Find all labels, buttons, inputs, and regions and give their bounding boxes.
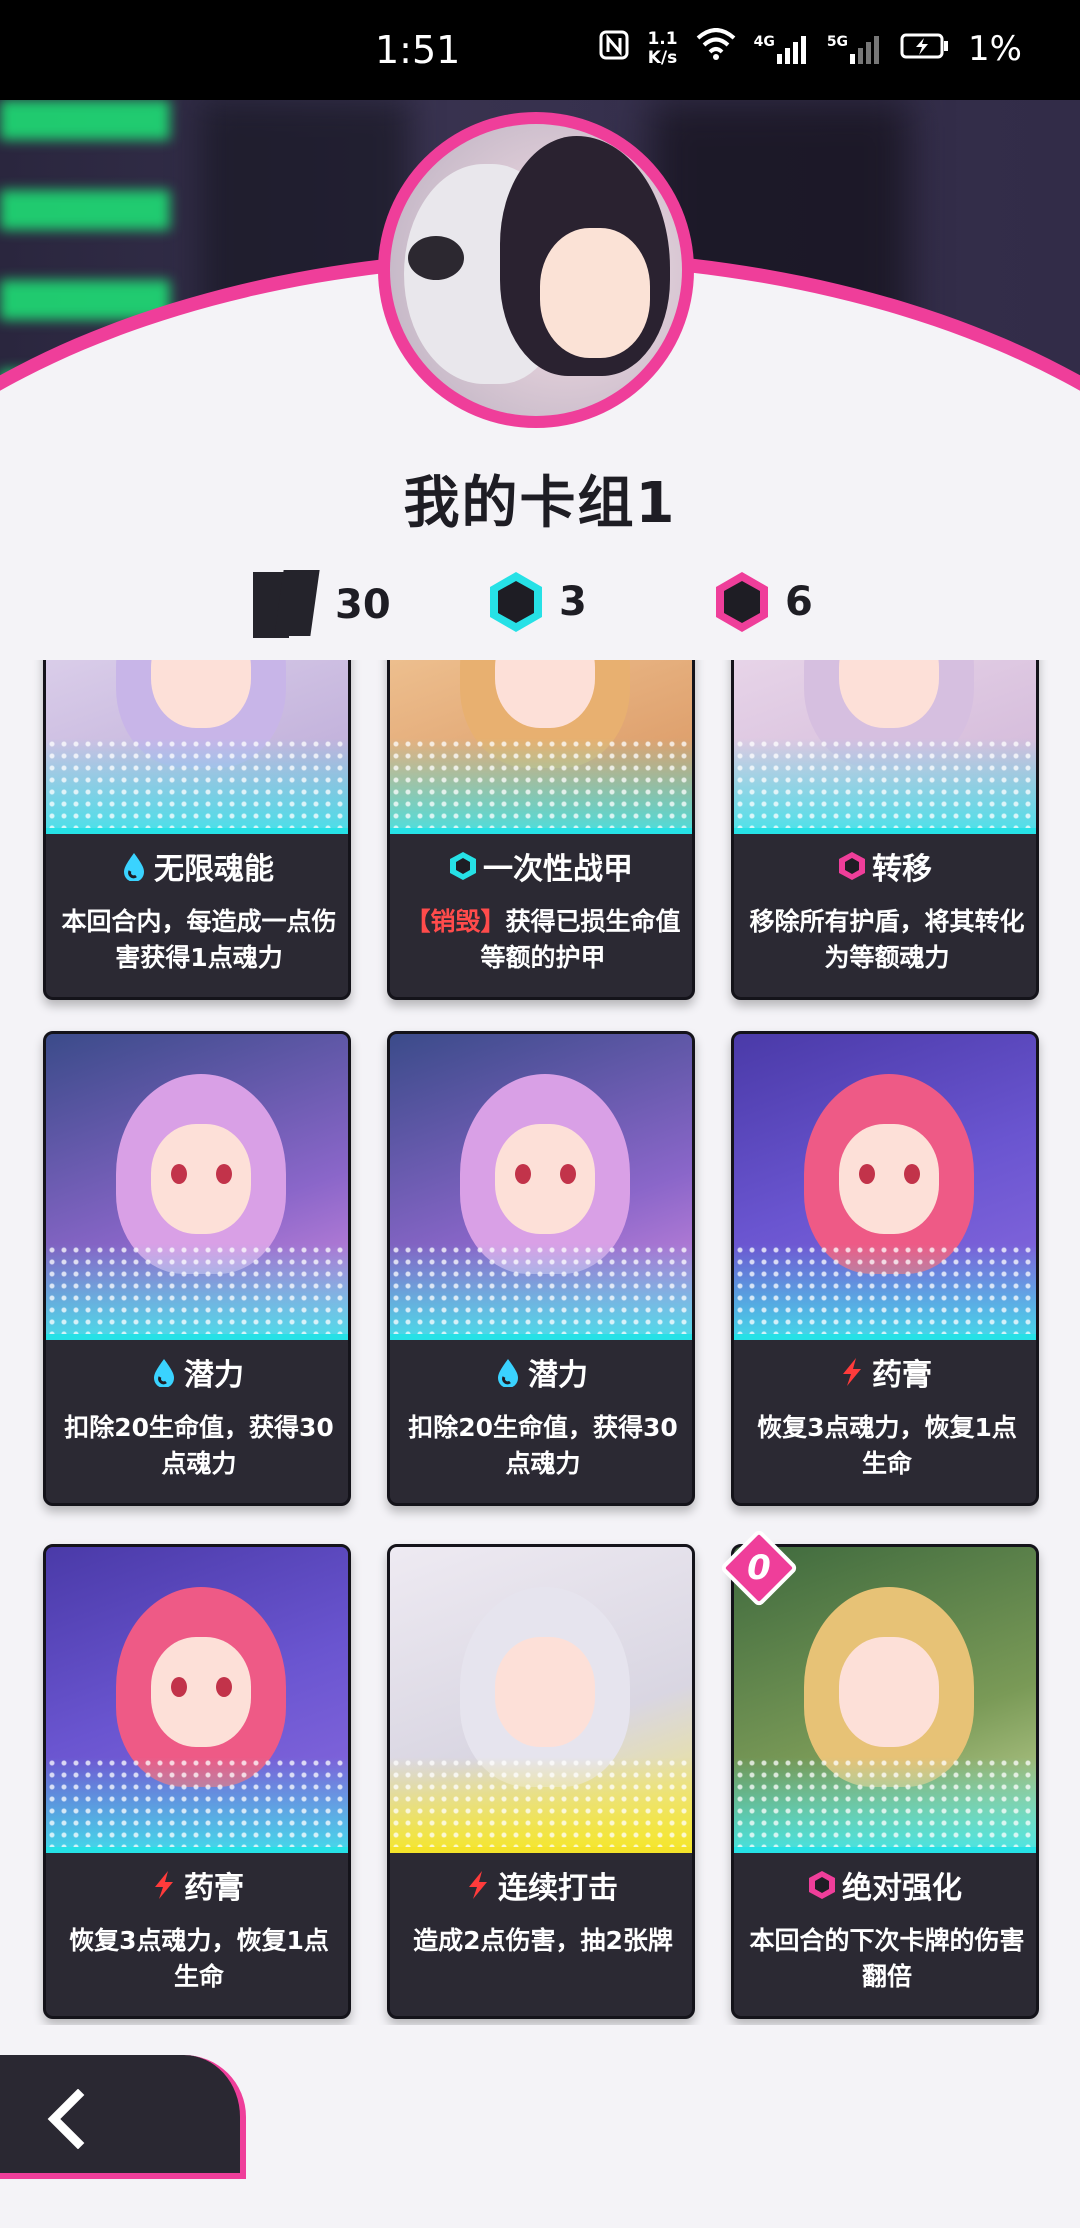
card-description-text: 获得已损生命值等额的护甲 xyxy=(480,907,681,972)
card-item[interactable]: 无限魂能 本回合内，每造成一点伤害获得1点魂力 xyxy=(43,660,351,1000)
wifi-icon xyxy=(696,28,736,69)
deck-avatar[interactable] xyxy=(378,112,694,428)
card-name-label: 绝对强化 xyxy=(842,1871,962,1906)
card-description: 恢复3点魂力，恢复1点生命 xyxy=(757,1413,1017,1478)
stat-cyan-count: 3 xyxy=(487,570,587,634)
card-name: 转移 xyxy=(734,844,1036,888)
deck-stats: 30 3 6 xyxy=(0,570,1080,640)
card-description: 移除所有护盾，将其转化为等额魂力 xyxy=(749,907,1025,972)
battery-charging-icon xyxy=(900,29,950,69)
card-cost-value: 0 xyxy=(747,1548,771,1588)
cyan-hex-icon xyxy=(490,572,542,632)
card-name: 一次性战甲 xyxy=(390,844,692,888)
back-button[interactable] xyxy=(0,2055,246,2179)
card-grid: 无限魂能 本回合内，每造成一点伤害获得1点魂力 一次性战甲 【销毁】获得已损生命… xyxy=(0,660,1080,2025)
signal-4g-icon: 4G xyxy=(754,34,809,64)
card-item[interactable]: 一次性战甲 【销毁】获得已损生命值等额的护甲 xyxy=(387,660,695,1000)
card-description: 本回合的下次卡牌的伤害翻倍 xyxy=(749,1926,1025,1991)
card-item[interactable]: 药膏 恢复3点魂力，恢复1点生命 xyxy=(43,1544,351,2019)
card-name: 连续打击 xyxy=(390,1863,692,1907)
card-item[interactable]: 转移 移除所有护盾，将其转化为等额魂力 xyxy=(731,660,1039,1000)
card-item[interactable]: 药膏 恢复3点魂力，恢复1点生命 xyxy=(731,1031,1039,1506)
card-count-value: 30 xyxy=(335,582,391,628)
pink-hex-icon xyxy=(809,1871,835,1899)
card-item[interactable]: 潜力 扣除20生命值，获得30点魂力 xyxy=(43,1031,351,1506)
pink-hex-icon xyxy=(716,572,768,632)
net-speed-value: 1.1 xyxy=(647,28,678,49)
card-name-label: 药膏 xyxy=(184,1871,244,1906)
signal-4g-label: 4G xyxy=(753,33,775,50)
card-item[interactable]: 连续打击 造成2点伤害，抽2张牌 xyxy=(387,1544,695,2019)
card-name-label: 一次性战甲 xyxy=(483,852,633,887)
card-description: 【销毁】获得已损生命值等额的护甲 xyxy=(404,904,682,976)
battery-percent: 1% xyxy=(968,28,1022,69)
card-name: 绝对强化 xyxy=(734,1863,1036,1907)
deck-title: 我的卡组1 xyxy=(403,471,677,536)
card-name: 药膏 xyxy=(734,1350,1036,1394)
chevron-left-icon xyxy=(47,2089,85,2149)
card-stack-icon xyxy=(253,570,321,640)
droplet-icon xyxy=(498,1359,518,1387)
droplet-icon xyxy=(124,853,144,881)
stat-card-count: 30 xyxy=(253,570,391,640)
card-name-label: 潜力 xyxy=(184,1358,244,1393)
lightning-icon xyxy=(469,1871,487,1899)
card-name-label: 连续打击 xyxy=(498,1871,618,1906)
lightning-icon xyxy=(155,1871,173,1899)
stat-pink-count: 6 xyxy=(713,570,813,634)
card-name-label: 药膏 xyxy=(872,1358,932,1393)
nfc-icon xyxy=(599,29,629,69)
destroy-keyword: 【销毁】 xyxy=(405,907,506,936)
card-description: 造成2点伤害，抽2张牌 xyxy=(413,1926,673,1955)
card-description: 扣除20生命值，获得30点魂力 xyxy=(64,1413,334,1478)
card-item[interactable]: 绝对强化 本回合的下次卡牌的伤害翻倍 xyxy=(731,1544,1039,2019)
card-name-label: 潜力 xyxy=(528,1358,588,1393)
card-item[interactable]: 潜力 扣除20生命值，获得30点魂力 xyxy=(387,1031,695,1506)
status-icons: 1.1 K/s 4G 5G 1% xyxy=(599,28,1022,69)
signal-5g-icon: 5G xyxy=(827,34,882,64)
card-name: 无限魂能 xyxy=(46,844,348,888)
cyan-count-value: 3 xyxy=(559,579,587,625)
net-speed: 1.1 K/s xyxy=(647,28,678,68)
signal-5g-label: 5G xyxy=(826,33,849,50)
card-name: 潜力 xyxy=(390,1350,692,1394)
lightning-icon xyxy=(843,1358,861,1386)
net-speed-unit: K/s xyxy=(647,47,678,68)
droplet-icon xyxy=(154,1359,174,1387)
card-name-label: 转移 xyxy=(872,852,932,887)
cyan-hex-icon xyxy=(450,852,476,880)
status-bar: 1:51 1.1 K/s 4G 5G 1% xyxy=(0,0,1080,100)
card-description: 扣除20生命值，获得30点魂力 xyxy=(408,1413,678,1478)
card-description: 恢复3点魂力，恢复1点生命 xyxy=(69,1926,329,1991)
card-name: 药膏 xyxy=(46,1863,348,1907)
pink-count-value: 6 xyxy=(785,579,813,625)
card-description: 本回合内，每造成一点伤害获得1点魂力 xyxy=(61,907,337,972)
card-name-label: 无限魂能 xyxy=(154,852,274,887)
card-name: 潜力 xyxy=(46,1350,348,1394)
clock: 1:51 xyxy=(375,28,461,72)
pink-hex-icon xyxy=(839,852,865,880)
avatar-image xyxy=(390,124,682,416)
